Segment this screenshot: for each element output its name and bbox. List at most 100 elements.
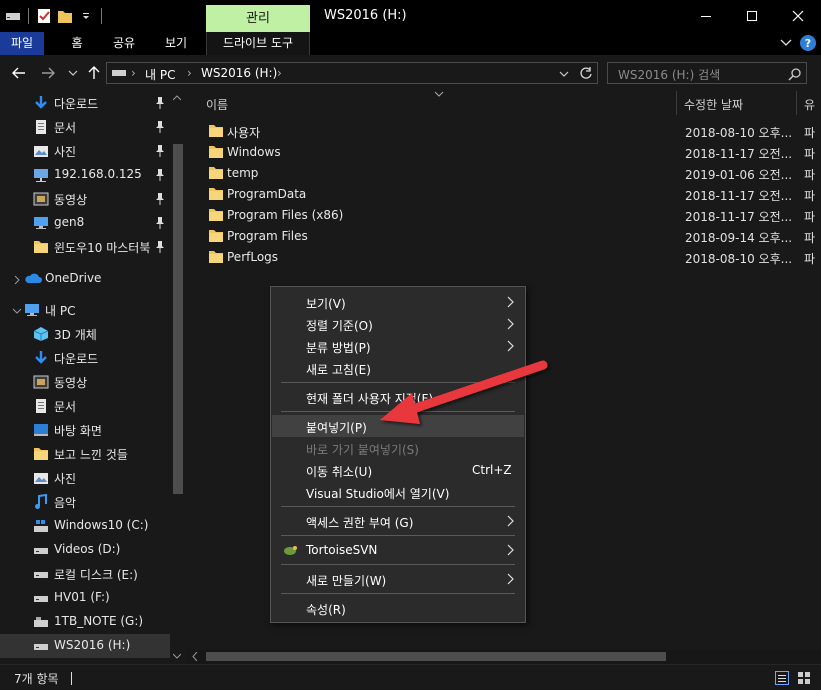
properties-icon[interactable]	[35, 7, 53, 25]
pin-icon[interactable]	[154, 192, 166, 206]
quick-access-item-2[interactable]: 사진	[0, 139, 170, 163]
quick-access-item-1[interactable]: 문서	[0, 115, 170, 139]
this-pc-item-8[interactable]: Windows10 (C:)	[0, 514, 170, 538]
search-input[interactable]: WS2016 (H:) 검색	[607, 62, 807, 84]
back-button[interactable]	[10, 64, 28, 82]
column-header-name[interactable]: 이름	[206, 96, 228, 120]
minimize-button[interactable]	[683, 0, 729, 32]
file-row[interactable]: temp 2019-01-06 오전... 파	[204, 163, 821, 184]
maximize-button[interactable]	[729, 0, 775, 32]
menu-item[interactable]: 새로 만들기(W)	[272, 568, 524, 590]
tab-share[interactable]: 공유	[104, 32, 144, 55]
horizontal-scroll-thumb[interactable]	[206, 652, 666, 661]
this-pc-item-12[interactable]: 1TB_NOTE (G:)	[0, 610, 170, 634]
breadcrumb-ws2016[interactable]: WS2016 (H:)	[201, 66, 277, 80]
quick-access-item-4[interactable]: 동영상	[0, 187, 170, 211]
refresh-icon[interactable]	[579, 66, 593, 80]
manage-context-tab[interactable]: 관리	[206, 5, 310, 32]
this-pc-item-0[interactable]: 3D 개체	[0, 322, 170, 346]
this-pc-item-13[interactable]: WS2016 (H:)	[0, 634, 170, 658]
this-pc-item-3[interactable]: 문서	[0, 394, 170, 418]
menu-item[interactable]: 보기(V)	[272, 291, 524, 313]
this-pc-item-10[interactable]: 로컬 디스크 (E:)	[0, 562, 170, 586]
menu-item[interactable]: 액세스 권한 부여 (G)	[272, 510, 524, 532]
column-divider[interactable]	[676, 91, 677, 115]
up-arrow-icon	[88, 66, 100, 79]
this-pc-item-4[interactable]: 바탕 화면	[0, 418, 170, 442]
details-view-icon[interactable]	[775, 671, 789, 685]
menu-item[interactable]: Visual Studio에서 열기(V)	[272, 481, 524, 503]
column-header-modified[interactable]: 수정한 날짜	[684, 96, 743, 120]
this-pc-item-11[interactable]: HV01 (F:)	[0, 586, 170, 610]
large-icons-view-icon[interactable]	[797, 671, 811, 685]
expand-ribbon-icon[interactable]	[778, 35, 794, 51]
new-folder-icon[interactable]	[56, 7, 74, 25]
column-divider[interactable]	[796, 91, 797, 115]
file-row[interactable]: Windows 2018-11-17 오전... 파	[204, 142, 821, 163]
submenu-chevron-icon	[506, 295, 516, 309]
tab-drive-tools[interactable]: 드라이브 도구	[206, 32, 310, 55]
breadcrumb-this-pc[interactable]: 내 PC	[145, 66, 175, 83]
sidebar-scrollbar[interactable]	[170, 91, 184, 664]
drive-icon[interactable]	[4, 7, 22, 25]
drive-icon	[33, 566, 49, 582]
this-pc-item-1[interactable]: 다운로드	[0, 346, 170, 370]
quick-access-item-0[interactable]: 다운로드	[0, 91, 170, 115]
quick-access-item-5[interactable]: gen8	[0, 211, 170, 235]
up-button[interactable]	[85, 64, 103, 82]
pin-icon[interactable]	[154, 240, 166, 254]
scroll-up-icon[interactable]	[173, 95, 181, 101]
collapse-chevron-icon[interactable]	[12, 274, 22, 285]
column-header-type[interactable]: 유	[804, 96, 815, 120]
tab-file[interactable]: 파일	[0, 32, 44, 55]
help-icon[interactable]: ?	[800, 35, 816, 51]
nav-item-this-pc[interactable]: 내 PC	[0, 298, 170, 322]
menu-item[interactable]: TortoiseSVN	[272, 539, 524, 561]
scroll-down-icon[interactable]	[173, 653, 181, 659]
pin-icon[interactable]	[154, 168, 166, 182]
recent-locations-button[interactable]	[64, 64, 82, 82]
expand-chevron-icon[interactable]	[12, 305, 22, 315]
menu-item[interactable]: 정렬 기준(O)	[272, 313, 524, 335]
file-row[interactable]: 사용자 2018-08-10 오후... 파	[204, 121, 821, 142]
file-row[interactable]: ProgramData 2018-11-17 오전... 파	[204, 184, 821, 205]
picture-icon	[33, 470, 49, 486]
pin-icon[interactable]	[154, 144, 166, 158]
address-bar[interactable]: › 내 PC › WS2016 (H:) ›	[106, 62, 598, 84]
file-row[interactable]: Program Files (x86) 2018-11-17 오전... 파	[204, 205, 821, 226]
this-pc-item-2[interactable]: 동영상	[0, 370, 170, 394]
menu-item[interactable]: 속성(R)	[272, 597, 524, 619]
menu-item[interactable]: 새로 고침(E)	[272, 357, 524, 379]
close-button[interactable]	[775, 0, 821, 32]
menu-item[interactable]: 분류 방법(P)	[272, 335, 524, 357]
file-row[interactable]: PerfLogs 2018-08-10 오후... 파	[204, 247, 821, 268]
back-arrow-icon	[12, 67, 25, 79]
horizontal-scrollbar[interactable]	[186, 649, 821, 664]
this-pc-item-6[interactable]: 사진	[0, 466, 170, 490]
pin-icon[interactable]	[154, 216, 166, 230]
forward-button[interactable]	[39, 64, 57, 82]
pin-icon[interactable]	[154, 120, 166, 134]
this-pc-item-7[interactable]: 음악	[0, 490, 170, 514]
menu-item[interactable]: 이동 취소(U) Ctrl+Z	[272, 459, 524, 481]
quick-access-item-6[interactable]: 윈도우10 마스터북	[0, 235, 170, 259]
scroll-left-icon[interactable]	[192, 652, 198, 661]
customize-toolbar-icon[interactable]	[77, 7, 95, 25]
nav-item-onedrive[interactable]: OneDrive	[0, 267, 170, 291]
nav-item-label: 동영상	[54, 376, 88, 390]
chevron-down-icon[interactable]	[559, 70, 569, 78]
menu-item[interactable]: 붙여넣기(P)	[272, 415, 524, 437]
tab-view[interactable]: 보기	[156, 32, 196, 55]
file-name: 사용자	[227, 126, 261, 140]
file-row[interactable]: Program Files 2018-09-14 오후... 파	[204, 226, 821, 247]
computer-icon	[33, 215, 49, 231]
sidebar-scroll-thumb[interactable]	[173, 144, 183, 494]
this-pc-item-5[interactable]: 보고 느낀 것들	[0, 442, 170, 466]
search-icon[interactable]	[788, 67, 802, 81]
menu-item[interactable]: 현재 폴더 사용자 지정(F)...	[272, 386, 524, 408]
this-pc-item-9[interactable]: Videos (D:)	[0, 538, 170, 562]
quick-access-item-3[interactable]: 192.168.0.125	[0, 163, 170, 187]
file-type: 파	[804, 231, 816, 245]
tab-home[interactable]: 홈	[60, 32, 94, 55]
pin-icon[interactable]	[154, 96, 166, 110]
